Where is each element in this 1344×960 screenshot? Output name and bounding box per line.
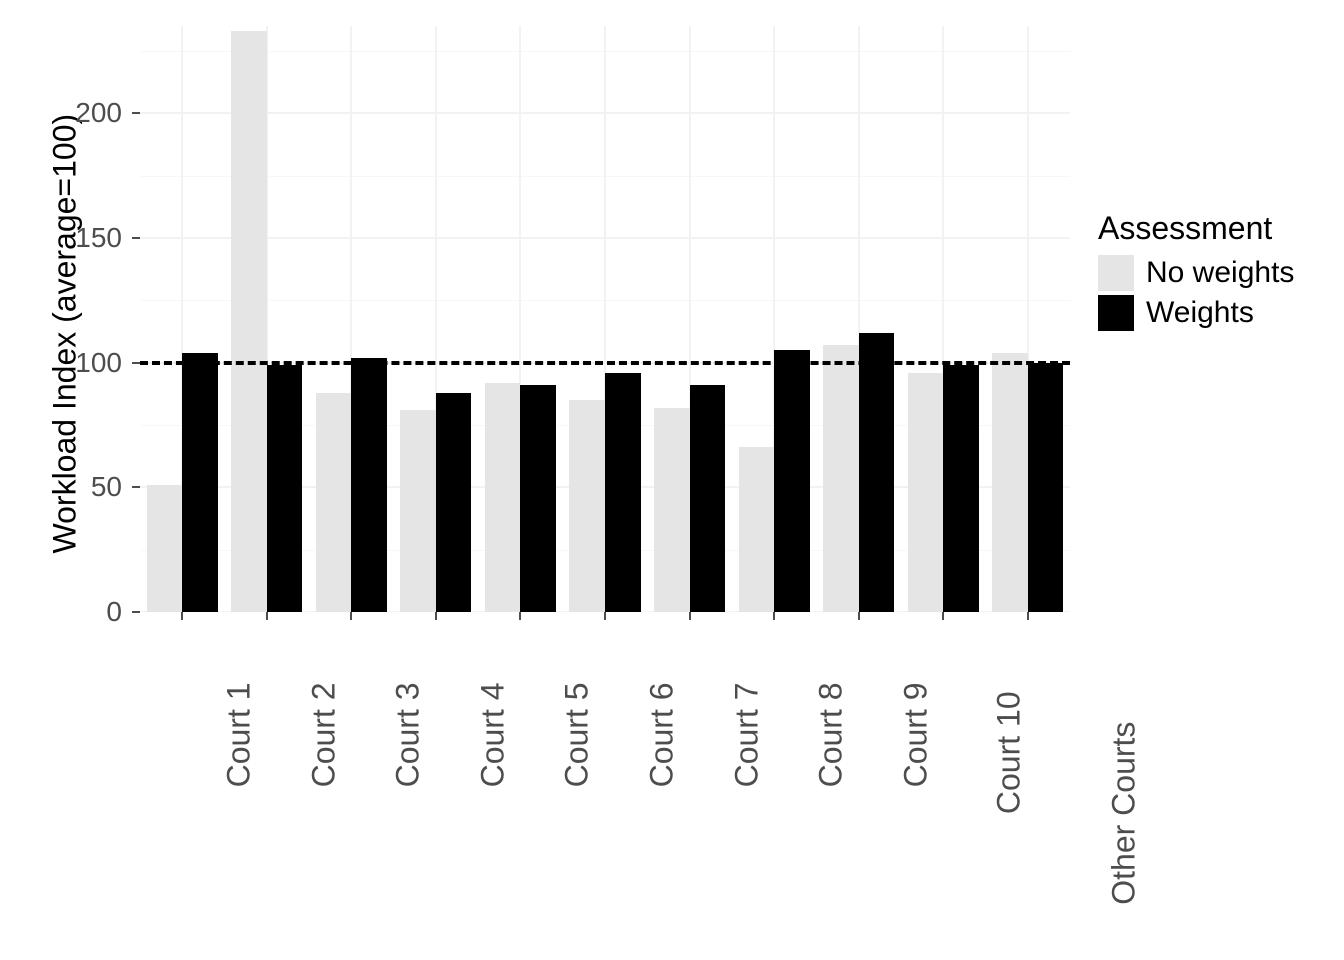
bar-weights (1028, 363, 1064, 612)
legend: Assessment No weights Weights (1098, 210, 1318, 335)
y-tick-label: 150 (30, 222, 122, 254)
y-tick-label: 50 (30, 471, 122, 503)
bar-weights (520, 385, 556, 612)
bar-weights (351, 358, 387, 612)
bar-no-weights (231, 31, 267, 612)
bar-no-weights (654, 408, 690, 612)
legend-label-weights: Weights (1146, 296, 1254, 330)
plot-area (140, 26, 1070, 612)
bar-no-weights (739, 447, 775, 612)
legend-label-no-weights: No weights (1146, 256, 1294, 290)
bar-weights (690, 385, 726, 612)
x-tick-label: Other Courts (1105, 722, 1142, 905)
bar-no-weights (823, 345, 859, 612)
reference-line (140, 361, 1070, 365)
x-tick-label: Court 6 (643, 682, 680, 787)
x-tick-label: Court 5 (559, 682, 596, 787)
bar-weights (605, 373, 641, 612)
y-tick-label: 200 (30, 97, 122, 129)
chart-container: Workload Index (average=100) 05010015020… (30, 10, 1310, 950)
x-tick-label: Court 4 (474, 682, 511, 787)
bar-no-weights (316, 393, 352, 612)
y-tick-label: 100 (30, 347, 122, 379)
x-tick-label: Court 8 (813, 682, 850, 787)
bar-no-weights (569, 400, 605, 612)
legend-swatch-no-weights (1098, 255, 1134, 291)
x-tick-label: Court 1 (221, 682, 258, 787)
legend-swatch-weights (1098, 295, 1134, 331)
bar-no-weights (485, 383, 521, 612)
bar-weights (859, 333, 895, 612)
legend-title: Assessment (1098, 210, 1318, 247)
x-tick-label: Court 2 (305, 682, 342, 787)
bar-weights (267, 365, 303, 612)
x-tick-label: Court 9 (897, 682, 934, 787)
bar-no-weights (992, 353, 1028, 612)
bar-no-weights (147, 485, 183, 612)
bar-weights (774, 350, 810, 612)
x-tick-label: Court 10 (991, 691, 1028, 814)
bar-weights (182, 353, 218, 612)
bar-weights (943, 365, 979, 612)
bar-no-weights (400, 410, 436, 612)
bar-weights (436, 393, 472, 612)
legend-item-weights: Weights (1098, 295, 1318, 331)
x-tick-label: Court 7 (728, 682, 765, 787)
x-tick-label: Court 3 (390, 682, 427, 787)
legend-item-no-weights: No weights (1098, 255, 1318, 291)
bar-no-weights (908, 373, 944, 612)
y-tick-label: 0 (30, 596, 122, 628)
